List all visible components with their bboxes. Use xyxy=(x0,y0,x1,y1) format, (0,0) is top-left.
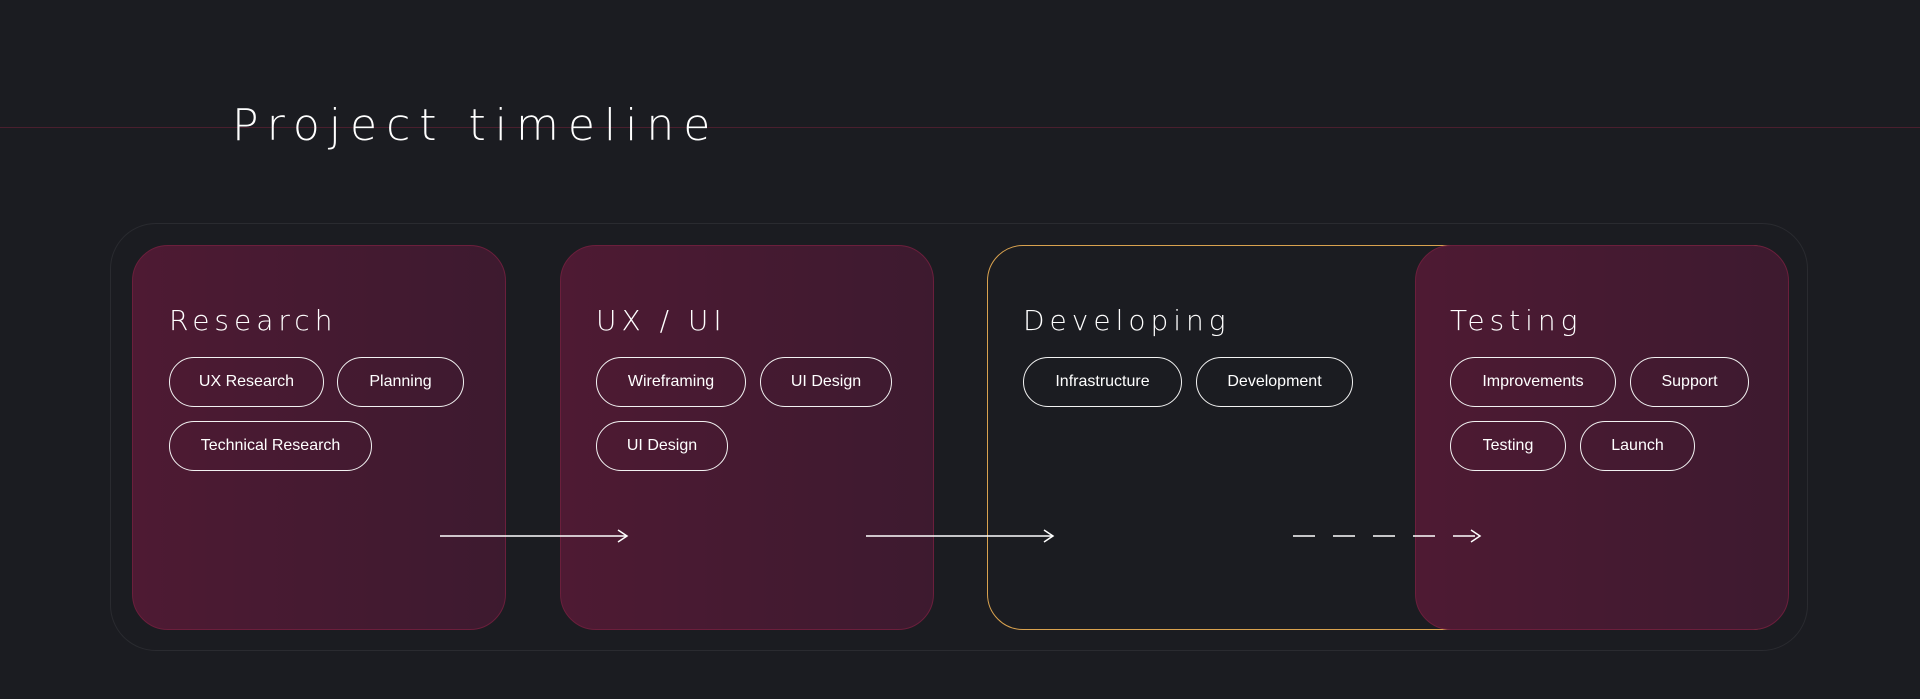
connector-arrows xyxy=(440,529,1482,543)
arrow-right-icon xyxy=(866,529,1055,543)
arrow-right-icon xyxy=(440,529,629,543)
dashed-arrow-right-icon xyxy=(1293,529,1482,543)
